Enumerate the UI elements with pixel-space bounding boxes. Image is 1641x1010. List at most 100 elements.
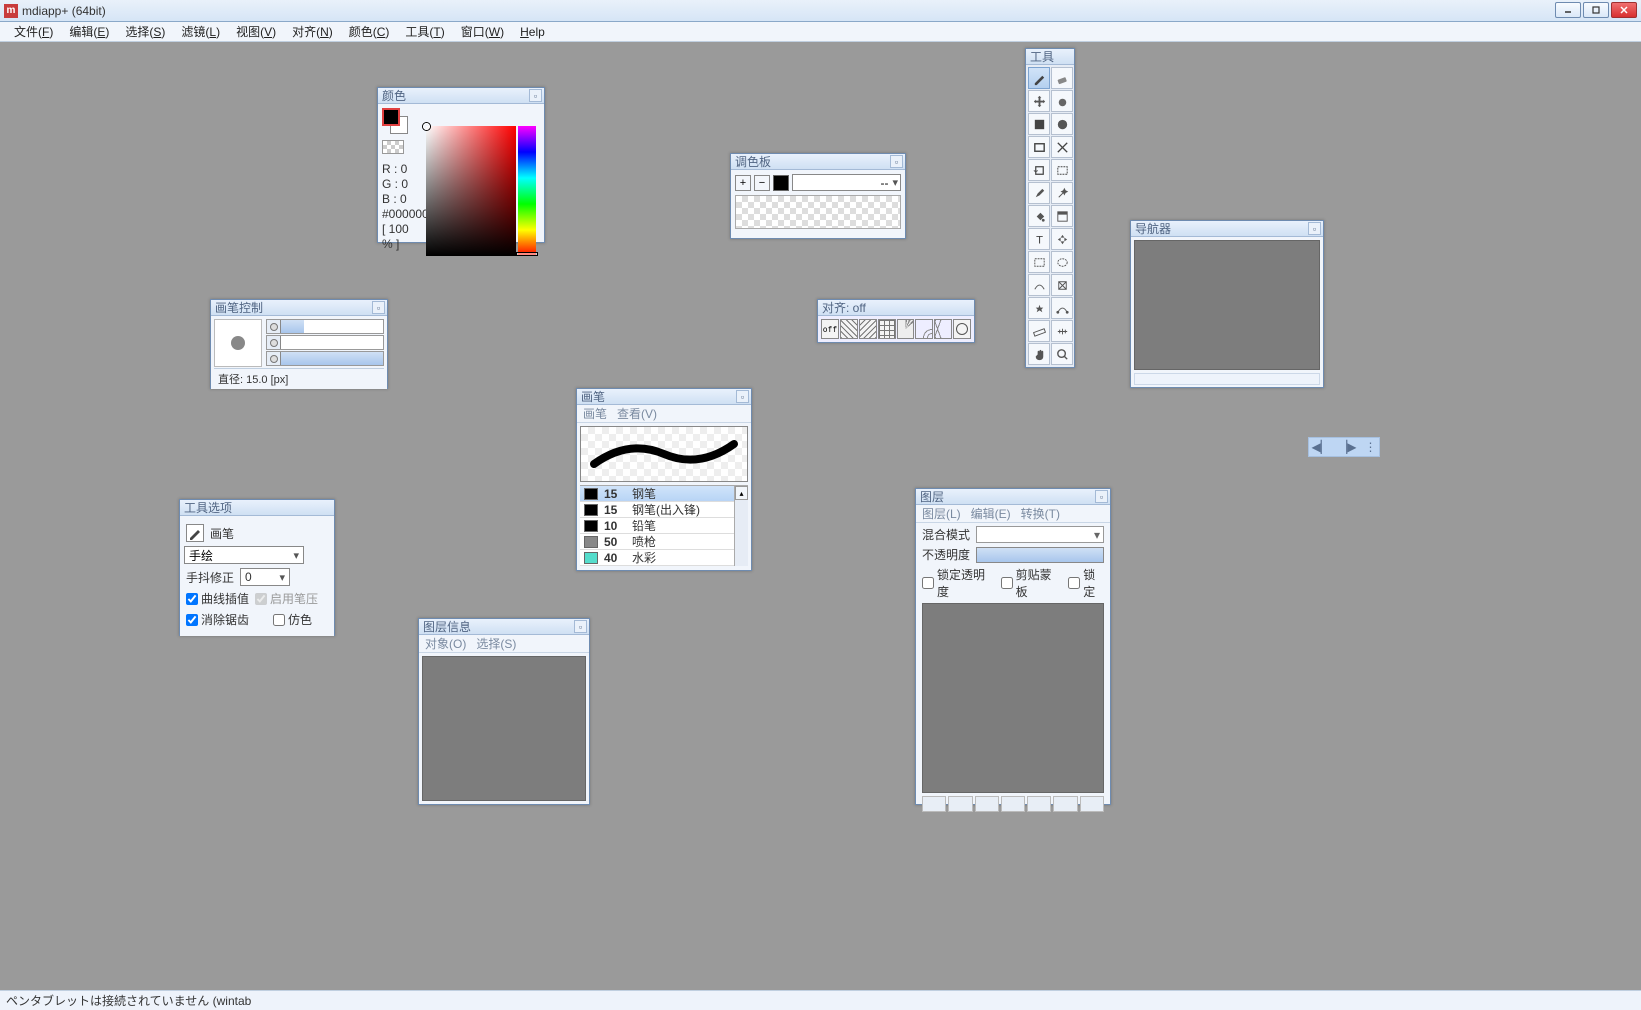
layers-panel-title[interactable]: 图层 ▫: [916, 489, 1110, 505]
tool-gradient[interactable]: [1051, 113, 1073, 135]
dither-checkbox[interactable]: 仿色: [273, 611, 312, 628]
layers-menu-item[interactable]: 图层(L): [922, 505, 961, 522]
menu-item[interactable]: 滤镜(L): [175, 21, 226, 42]
palette-panel-close[interactable]: ▫: [890, 155, 903, 168]
brush-control-close[interactable]: ▫: [372, 301, 385, 314]
layer-info-title[interactable]: 图层信息 ▫: [419, 619, 589, 635]
lock-alpha-checkbox[interactable]: 锁定透明度: [922, 566, 991, 600]
layer-btn-2[interactable]: [948, 796, 972, 812]
color-panel-close[interactable]: ▫: [529, 89, 542, 102]
tool-ruler[interactable]: [1028, 320, 1050, 342]
tool-eyedropper[interactable]: [1028, 182, 1050, 204]
layer-info-close[interactable]: ▫: [574, 620, 587, 633]
tool-marquee-ellipse[interactable]: [1051, 251, 1073, 273]
brush-flow-slider[interactable]: [266, 351, 384, 366]
hue-slider[interactable]: [518, 126, 536, 256]
menu-item[interactable]: 工具(T): [399, 21, 450, 42]
tool-panel[interactable]: [1051, 205, 1073, 227]
opacity-slider[interactable]: [976, 547, 1104, 563]
brush-list-item[interactable]: 50喷枪: [580, 534, 748, 550]
tool-select-rect[interactable]: [1028, 159, 1050, 181]
alpha-swatch[interactable]: [382, 140, 404, 154]
tool-marquee-rect[interactable]: [1028, 251, 1050, 273]
maximize-button[interactable]: [1583, 2, 1609, 18]
layer-btn-5[interactable]: [1027, 796, 1051, 812]
snap-cross-button[interactable]: [859, 319, 877, 339]
stabilize-select[interactable]: 0: [240, 568, 290, 586]
color-panel-title[interactable]: 颜色 ▫: [378, 88, 544, 104]
brush-control-title[interactable]: 画笔控制 ▫: [211, 300, 387, 316]
tool-shape-rect[interactable]: [1028, 136, 1050, 158]
layers-menu-item[interactable]: 转换(T): [1021, 505, 1060, 522]
snap-concentric-button[interactable]: [915, 319, 933, 339]
menu-item[interactable]: 文件(F): [8, 21, 59, 42]
tool-select-free[interactable]: [1051, 159, 1073, 181]
clip-mask-checkbox[interactable]: 剪贴蒙板: [1001, 566, 1059, 600]
navigator-strip[interactable]: [1134, 373, 1320, 385]
brush-size-slider[interactable]: [266, 319, 384, 334]
layer-btn-6[interactable]: [1053, 796, 1077, 812]
navigator-body[interactable]: [1134, 240, 1320, 370]
menu-item[interactable]: 视图(V): [230, 21, 282, 42]
palette-add-button[interactable]: +: [735, 175, 751, 191]
tool-edit-path[interactable]: [1051, 297, 1073, 319]
minimize-button[interactable]: [1555, 2, 1581, 18]
brush-scrollbar[interactable]: ▴: [734, 486, 748, 566]
tool-magic-wand[interactable]: [1051, 182, 1073, 204]
snap-panel-title[interactable]: 对齐: off: [818, 300, 974, 316]
tool-blur[interactable]: [1051, 90, 1073, 112]
layerinfo-menu-item[interactable]: 选择(S): [476, 635, 516, 652]
aa-checkbox[interactable]: 消除锯齿: [186, 611, 249, 628]
layer-btn-7[interactable]: [1080, 796, 1104, 812]
toolbox-title[interactable]: 工具: [1026, 49, 1074, 65]
tool-text[interactable]: T: [1028, 228, 1050, 250]
palette-current-color[interactable]: [773, 175, 789, 191]
tool-options-title[interactable]: 工具选项: [180, 500, 334, 516]
brush-menu-item[interactable]: 查看(V): [617, 405, 657, 422]
layer-btn-4[interactable]: [1001, 796, 1025, 812]
palette-grid[interactable]: [735, 195, 901, 229]
menu-item[interactable]: 颜色(C): [343, 21, 396, 42]
palette-select[interactable]: --: [792, 174, 901, 191]
tool-special-b[interactable]: [1051, 274, 1073, 296]
brush-list-item[interactable]: 15钢笔⚙: [580, 486, 748, 502]
tool-bucket[interactable]: [1028, 205, 1050, 227]
brush-opacity-slider[interactable]: [266, 335, 384, 350]
layerinfo-menu-item[interactable]: 对象(O): [425, 635, 466, 652]
draw-mode-select[interactable]: 手绘: [184, 546, 304, 564]
sv-picker[interactable]: [426, 126, 516, 256]
menu-item[interactable]: 编辑(E): [63, 21, 115, 42]
tool-fill[interactable]: [1028, 113, 1050, 135]
layers-panel-close[interactable]: ▫: [1095, 490, 1108, 503]
layer-btn-3[interactable]: [975, 796, 999, 812]
snap-perspective-button[interactable]: [934, 319, 952, 339]
tool-eraser[interactable]: [1051, 67, 1073, 89]
tool-shape-line[interactable]: [1051, 136, 1073, 158]
curve-checkbox[interactable]: 曲线插值: [186, 590, 249, 607]
tool-transform[interactable]: [1051, 228, 1073, 250]
brush-panel-close[interactable]: ▫: [736, 390, 749, 403]
fg-color-swatch[interactable]: [382, 108, 400, 126]
frame-prev-button[interactable]: ◀▏: [1312, 440, 1330, 454]
tool-special-c[interactable]: [1028, 297, 1050, 319]
snap-grid-button[interactable]: [878, 319, 896, 339]
menu-item[interactable]: 对齐(N): [286, 21, 339, 42]
menu-item[interactable]: 窗口(W): [455, 21, 510, 42]
brush-panel-title[interactable]: 画笔 ▫: [577, 389, 751, 405]
brush-menu-item[interactable]: 画笔: [583, 405, 607, 422]
menu-item[interactable]: 选择(S): [119, 21, 171, 42]
snap-radial-button[interactable]: [897, 319, 915, 339]
tool-pen[interactable]: [1028, 67, 1050, 89]
snap-parallel-button[interactable]: [840, 319, 858, 339]
brush-list-item[interactable]: 10铅笔: [580, 518, 748, 534]
navigator-title[interactable]: 导航器 ▫: [1131, 221, 1323, 237]
palette-panel-title[interactable]: 调色板 ▫: [731, 154, 905, 170]
brush-list-item[interactable]: 15钢笔(出入锋): [580, 502, 748, 518]
tool-hand[interactable]: [1028, 343, 1050, 365]
blend-mode-select[interactable]: [976, 526, 1104, 543]
brush-list-item[interactable]: 40水彩: [580, 550, 748, 566]
snap-off-button[interactable]: off: [821, 319, 839, 339]
tool-guide[interactable]: [1051, 320, 1073, 342]
frame-menu-button[interactable]: ⋮: [1364, 440, 1376, 454]
layers-list[interactable]: [922, 603, 1104, 793]
